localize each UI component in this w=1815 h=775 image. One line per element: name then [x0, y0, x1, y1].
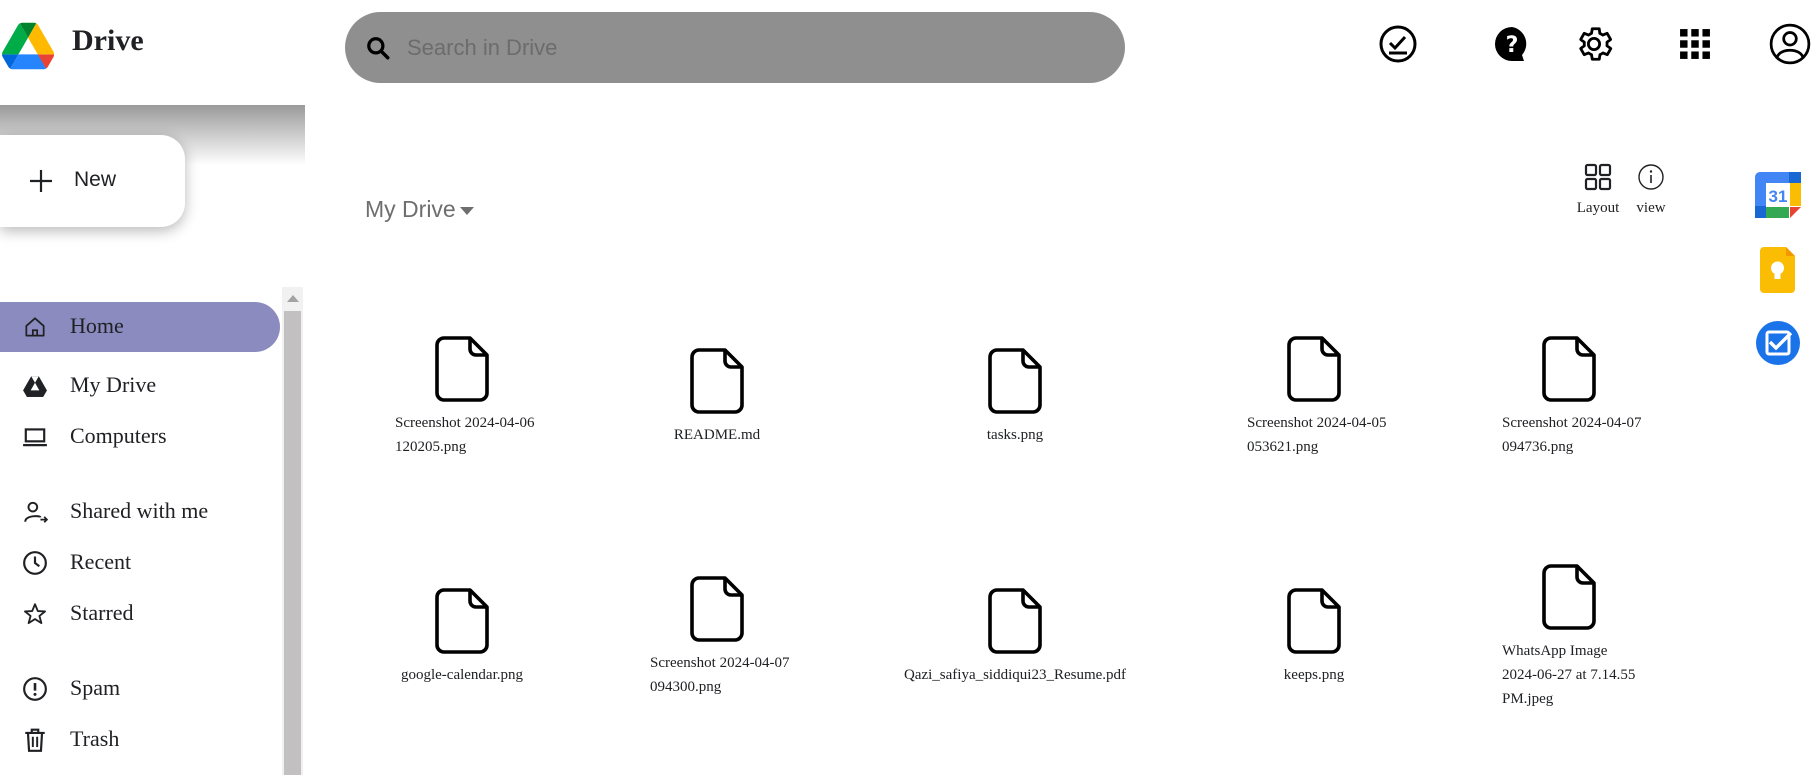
sidebar-item-label: Recent [70, 549, 132, 574]
sidebar-scrollbar[interactable] [282, 287, 303, 775]
view-details-button[interactable]: view [1621, 162, 1681, 217]
sidebar-item-label: Computers [70, 423, 167, 448]
sidebar-item-label: Home [70, 313, 124, 338]
scrollbar-thumb[interactable] [284, 311, 301, 775]
sidebar-item-trash[interactable]: Trash [0, 715, 280, 765]
sidebar-item-spam[interactable]: Spam [0, 664, 280, 714]
file-name: google-calendar.png [400, 667, 524, 683]
sidebar-item-label: Trash [70, 726, 120, 751]
layout-toggle-button[interactable]: Layout [1568, 162, 1628, 217]
calendar-app-icon[interactable]: 31 [1755, 172, 1801, 218]
apps-grid-icon[interactable] [1673, 22, 1717, 66]
file-item[interactable]: README.md [617, 347, 817, 447]
sidebar-item-my-drive[interactable]: My Drive [0, 361, 280, 411]
file-item[interactable]: WhatsApp Image 2024-06-27 at 7.14.55 PM.… [1469, 563, 1669, 711]
file-item[interactable]: Screenshot 2024-04-07 094300.png [617, 575, 817, 699]
file-icon [435, 336, 489, 402]
new-button[interactable]: New [0, 135, 185, 227]
spam-icon [23, 677, 47, 701]
page-title-dropdown[interactable]: My Drive [365, 196, 474, 223]
file-item[interactable]: keeps.png [1214, 587, 1414, 687]
search-input[interactable] [405, 26, 1099, 70]
info-icon [1638, 164, 1664, 190]
sidebar-item-label: My Drive [70, 372, 157, 397]
file-name: README.md [673, 427, 761, 443]
laptop-icon [23, 428, 47, 447]
file-icon [435, 588, 489, 654]
file-item[interactable]: Screenshot 2024-04-05 053621.png [1214, 335, 1414, 459]
view-label: view [1636, 200, 1666, 216]
sidebar-item-computers[interactable]: Computers [0, 412, 280, 462]
file-item[interactable]: Screenshot 2024-04-06 120205.png [362, 335, 562, 459]
ready-for-offline-icon[interactable] [1376, 22, 1420, 66]
sidebar-item-label: Spam [70, 675, 121, 700]
grid-layout-icon [1584, 163, 1612, 191]
trash-icon [25, 728, 45, 752]
keep-app-icon[interactable] [1755, 245, 1801, 293]
sidebar-item-shared-with-me[interactable]: Shared with me [0, 487, 280, 537]
file-name: keeps.png [1283, 667, 1345, 683]
file-item[interactable]: Qazi_safiya_siddiqui23_Resume.pdf [895, 587, 1135, 687]
tasks-app-icon[interactable] [1755, 320, 1801, 366]
clock-icon [23, 551, 47, 575]
app-title: Drive [72, 24, 144, 57]
file-icon [690, 348, 744, 414]
file-icon [988, 348, 1042, 414]
account-icon[interactable] [1768, 22, 1812, 66]
page-title: My Drive [365, 196, 456, 222]
file-item[interactable]: Screenshot 2024-04-07 094736.png [1469, 335, 1669, 459]
file-name: Screenshot 2024-04-05 053621.png [1247, 415, 1387, 455]
sidebar-item-home[interactable]: Home [0, 302, 280, 352]
search-bar[interactable] [345, 12, 1125, 83]
caret-down-icon [459, 206, 474, 215]
scroll-up-arrow-icon[interactable] [287, 295, 299, 302]
file-name: Screenshot 2024-04-06 120205.png [395, 415, 535, 455]
shared-person-icon [24, 501, 48, 523]
plus-icon [30, 170, 52, 192]
file-item[interactable]: tasks.png [915, 347, 1115, 447]
calendar-day-number: 31 [1769, 187, 1788, 206]
sidebar-item-label: Starred [70, 600, 134, 625]
svg-text:?: ? [1506, 33, 1519, 58]
file-icon [1542, 336, 1596, 402]
sidebar-item-starred[interactable]: Starred [0, 589, 280, 639]
home-icon [25, 317, 45, 337]
drive-icon [23, 376, 47, 397]
file-name: Screenshot 2024-04-07 094736.png [1502, 415, 1642, 455]
file-name: WhatsApp Image 2024-06-27 at 7.14.55 PM.… [1502, 643, 1636, 707]
top-bar: Drive ? [0, 0, 1815, 105]
file-name: Screenshot 2024-04-07 094300.png [650, 655, 790, 695]
new-button-label: New [74, 168, 117, 191]
file-icon [1542, 564, 1596, 630]
file-icon [988, 588, 1042, 654]
file-icon [690, 576, 744, 642]
file-icon [1287, 336, 1341, 402]
settings-icon[interactable] [1572, 22, 1616, 66]
drive-logo-icon[interactable] [2, 22, 54, 70]
layout-label: Layout [1576, 200, 1620, 216]
sidebar-item-recent[interactable]: Recent [0, 538, 280, 588]
file-icon [1287, 588, 1341, 654]
star-icon [24, 603, 46, 625]
search-icon[interactable] [365, 35, 391, 61]
file-name: Qazi_safiya_siddiqui23_Resume.pdf [903, 667, 1127, 683]
sidebar-item-label: Shared with me [70, 498, 209, 523]
file-name: tasks.png [986, 427, 1044, 443]
help-icon[interactable]: ? [1490, 22, 1534, 66]
file-item[interactable]: google-calendar.png [362, 587, 562, 687]
